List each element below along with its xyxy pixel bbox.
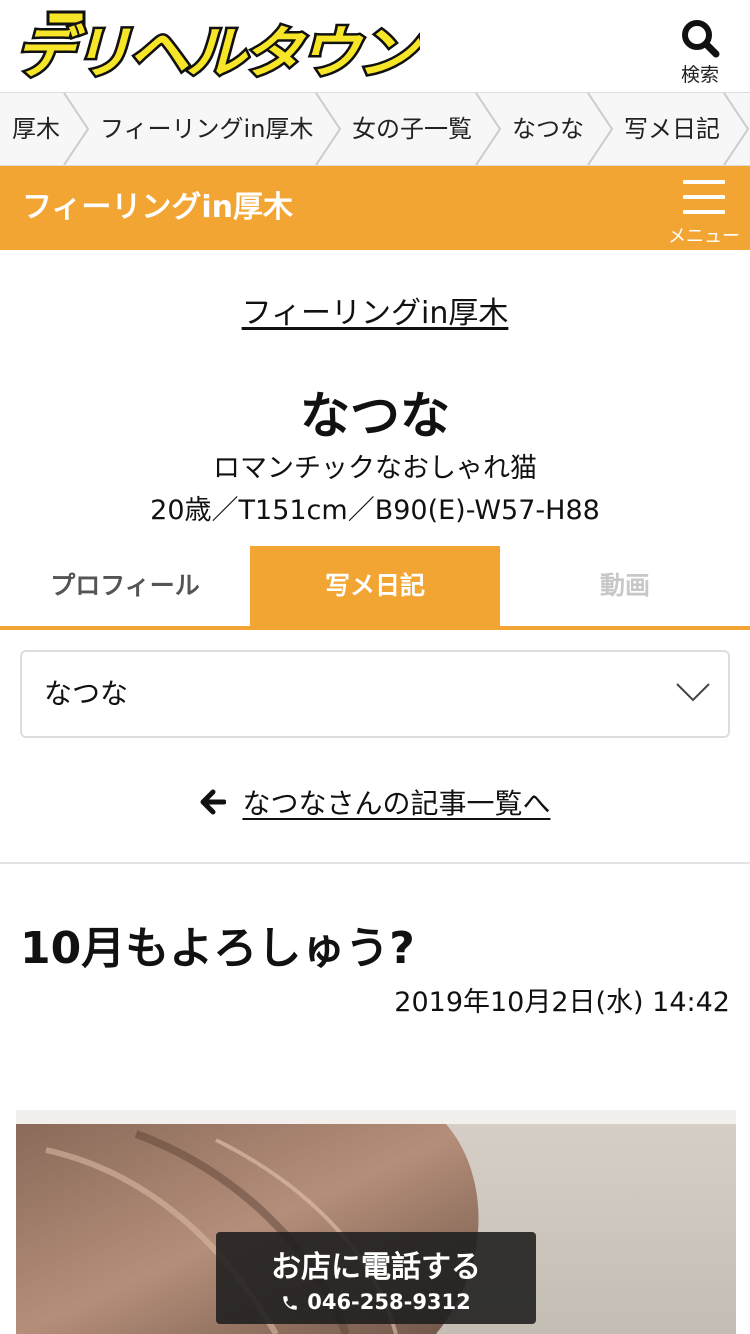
breadcrumb-item-area[interactable]: 厚木 xyxy=(12,93,60,165)
girl-name: なつな xyxy=(300,387,450,445)
article-date: 2019年10月2日(水) 14:42 xyxy=(394,987,730,1018)
tab-profile[interactable]: プロフィール xyxy=(0,546,250,626)
girl-spec: 20歳／T151cm／B90(E)-W57-H88 xyxy=(150,495,600,526)
back-to-list-link[interactable]: なつなさんの記事一覧へ xyxy=(0,782,750,822)
breadcrumb-separator-icon xyxy=(315,93,342,165)
svg-text:デリヘルタウン: デリヘルタウン xyxy=(14,21,420,82)
breadcrumb-separator-icon xyxy=(475,93,502,165)
phone-icon xyxy=(283,1296,297,1310)
breadcrumb-item-diary[interactable]: 写メ日記 xyxy=(624,93,720,165)
back-to-list-label: なつなさんの記事一覧へ xyxy=(242,787,551,820)
call-shop-label: お店に電話する xyxy=(271,1250,481,1285)
breadcrumb-item-girls[interactable]: 女の子一覧 xyxy=(352,93,472,165)
menu-label: メニュー xyxy=(668,226,740,247)
arrow-left-icon xyxy=(200,789,226,815)
divider xyxy=(0,862,750,864)
breadcrumb-separator-icon xyxy=(723,93,750,165)
call-shop-number: 046-258-9312 xyxy=(216,1290,536,1314)
breadcrumb-separator-icon xyxy=(63,93,90,165)
tab-video[interactable]: 動画 xyxy=(500,546,750,626)
search-label: 検索 xyxy=(680,64,719,86)
profile-tabs: プロフィール 写メ日記 動画 xyxy=(0,546,750,630)
breadcrumb-separator-icon xyxy=(587,93,614,165)
search-button[interactable]: 検索 xyxy=(670,18,730,86)
call-shop-button[interactable]: お店に電話する 046-258-9312 xyxy=(216,1232,536,1324)
hamburger-icon xyxy=(664,180,744,214)
site-logo[interactable]: デリヘルタウン xyxy=(8,10,427,89)
shop-bar: フィーリングin厚木 メニュー xyxy=(0,166,750,250)
menu-button[interactable]: メニュー xyxy=(664,180,744,247)
chevron-down-icon xyxy=(676,683,710,702)
breadcrumb-item-shop[interactable]: フィーリングin厚木 xyxy=(100,93,313,165)
girl-catchphrase: ロマンチックなおしゃれ猫 xyxy=(213,453,537,484)
tab-photo-diary[interactable]: 写メ日記 xyxy=(250,546,500,626)
article-title: 10月もよろしゅう? xyxy=(20,923,415,974)
shop-link[interactable]: フィーリングin厚木 xyxy=(242,296,509,331)
breadcrumb-item-girl[interactable]: なつな xyxy=(512,93,584,165)
girl-select[interactable]: なつな xyxy=(20,650,730,738)
girl-select-value: なつな xyxy=(44,677,129,710)
breadcrumb: 厚木 フィーリングin厚木 女の子一覧 なつな 写メ日記 xyxy=(0,92,750,166)
site-header: デリヘルタウン 検索 xyxy=(0,0,750,92)
shop-link-wrap: フィーリングin厚木 xyxy=(0,288,750,332)
shop-title[interactable]: フィーリングin厚木 xyxy=(22,166,293,250)
search-icon xyxy=(682,20,720,58)
phone-number-text: 046-258-9312 xyxy=(307,1290,471,1314)
